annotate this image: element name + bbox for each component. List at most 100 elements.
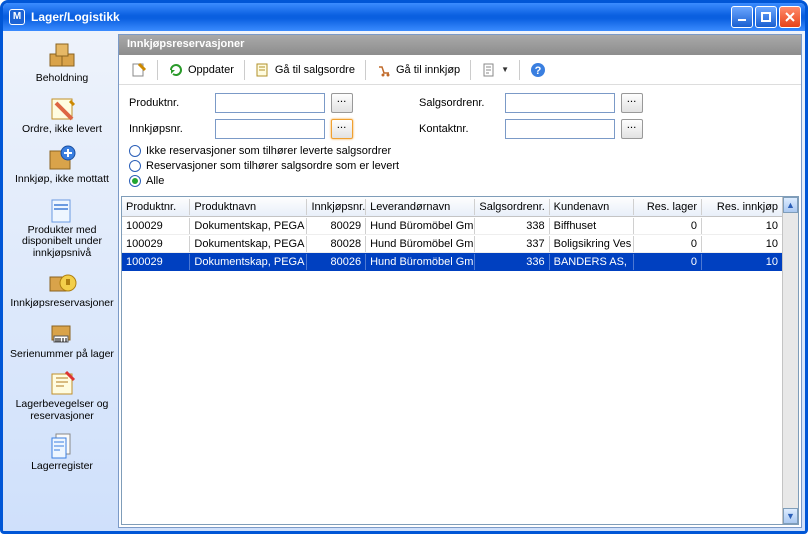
radio-all[interactable]: Alle bbox=[129, 175, 791, 187]
filter-panel: Produktnr. ··· Salgsordrenr. ··· Innkjøp… bbox=[119, 85, 801, 196]
table-row[interactable]: 100029Dokumentskap, PEGA80026Hund Büromö… bbox=[122, 253, 782, 271]
sidebar-item-ordre-ikke-levert[interactable]: Ordre, ikke levert bbox=[6, 91, 118, 138]
cell-kundenavn: Boligsikring Ves bbox=[550, 236, 634, 252]
innkjopsnr-lookup-button[interactable]: ··· bbox=[331, 119, 353, 139]
produktnr-input[interactable] bbox=[215, 93, 325, 113]
sidebar-item-produkter-disponibelt[interactable]: Produkter med disponibelt under innkjøps… bbox=[6, 192, 118, 262]
sidebar-item-serienummer[interactable]: Serienummer på lager bbox=[6, 316, 118, 363]
sidebar-item-lagerregister[interactable]: Lagerregister bbox=[6, 428, 118, 475]
cell-reslager: 0 bbox=[634, 218, 702, 234]
scroll-up-icon[interactable]: ▲ bbox=[783, 197, 798, 213]
vertical-scrollbar[interactable]: ▲ ▼ bbox=[782, 197, 798, 524]
help-button[interactable]: ? bbox=[526, 60, 550, 80]
cell-leverandornavn: Hund Büromöbel Gm bbox=[366, 236, 475, 252]
radio-not-delivered[interactable]: Ikke reservasjoner som tilhører leverte … bbox=[129, 145, 791, 157]
sidebar: Beholdning Ordre, ikke levert Innkjøp, i… bbox=[6, 34, 118, 528]
close-button[interactable] bbox=[779, 6, 801, 28]
reservation-icon bbox=[44, 267, 80, 297]
boxes-icon bbox=[44, 42, 80, 72]
salgsordrenr-lookup-button[interactable]: ··· bbox=[621, 93, 643, 113]
table-row[interactable]: 100029Dokumentskap, PEGA80029Hund Büromö… bbox=[122, 217, 782, 235]
col-kundenavn[interactable]: Kundenavn bbox=[550, 199, 634, 215]
salesorder-icon bbox=[255, 62, 271, 78]
cell-salgsordrenr: 337 bbox=[475, 236, 549, 252]
goto-salesorder-label: Gå til salgsordre bbox=[275, 64, 355, 76]
document-icon bbox=[481, 62, 497, 78]
cell-leverandornavn: Hund Büromöbel Gm bbox=[366, 218, 475, 234]
purchase-icon bbox=[376, 62, 392, 78]
cell-produktnavn: Dokumentskap, PEGA bbox=[190, 218, 307, 234]
col-reslager[interactable]: Res. lager bbox=[634, 199, 702, 215]
sidebar-item-label: Ordre, ikke levert bbox=[22, 123, 102, 135]
sidebar-item-innkjopsreservasjoner[interactable]: Innkjøpsreservasjoner bbox=[6, 265, 118, 312]
toolbar: Oppdater Gå til salgsordre Gå til innkjø… bbox=[119, 55, 801, 85]
window-title: Lager/Logistikk bbox=[31, 10, 731, 24]
col-produktnavn[interactable]: Produktnavn bbox=[190, 199, 307, 215]
cell-reslager: 0 bbox=[634, 254, 702, 270]
radio-label: Ikke reservasjoner som tilhører leverte … bbox=[146, 145, 391, 157]
minimize-button[interactable] bbox=[731, 6, 753, 28]
app-window: M Lager/Logistikk Beholdning bbox=[0, 0, 808, 534]
scroll-down-icon[interactable]: ▼ bbox=[783, 508, 798, 524]
cell-resinnkjop: 10 bbox=[702, 236, 782, 252]
toolbar-separator bbox=[157, 60, 158, 80]
goto-salesorder-button[interactable]: Gå til salgsordre bbox=[251, 60, 359, 80]
cell-produktnr: 100029 bbox=[122, 236, 190, 252]
col-innkjopsnr[interactable]: Innkjøpsnr. bbox=[307, 199, 366, 215]
sidebar-item-label: Beholdning bbox=[36, 72, 89, 84]
titlebar: M Lager/Logistikk bbox=[3, 3, 805, 31]
cell-produktnr: 100029 bbox=[122, 218, 190, 234]
cell-reslager: 0 bbox=[634, 236, 702, 252]
main-panel: Innkjøpsreservasjoner Oppdater bbox=[118, 34, 802, 528]
sidebar-item-label: Innkjøp, ikke mottatt bbox=[15, 173, 109, 185]
goto-purchase-label: Gå til innkjøp bbox=[396, 64, 460, 76]
cell-kundenavn: Biffhuset bbox=[550, 218, 634, 234]
cell-innkjopsnr: 80029 bbox=[307, 218, 366, 234]
order-pending-icon bbox=[44, 93, 80, 123]
cell-innkjopsnr: 80028 bbox=[307, 236, 366, 252]
chevron-down-icon: ▼ bbox=[501, 65, 509, 74]
cell-produktnavn: Dokumentskap, PEGA bbox=[190, 236, 307, 252]
kontaktnr-lookup-button[interactable]: ··· bbox=[621, 119, 643, 139]
col-salgsordrenr[interactable]: Salgsordrenr. bbox=[475, 199, 549, 215]
radio-label: Alle bbox=[146, 175, 164, 187]
radio-label: Reservasjoner som tilhører salgsordre so… bbox=[146, 160, 399, 172]
refresh-button[interactable]: Oppdater bbox=[164, 60, 238, 80]
produktnr-label: Produktnr. bbox=[129, 97, 209, 109]
salgsordrenr-label: Salgsordrenr. bbox=[419, 97, 499, 109]
stock-low-icon bbox=[44, 194, 80, 224]
col-resinnkjop[interactable]: Res. innkjøp bbox=[702, 199, 782, 215]
sidebar-item-beholdning[interactable]: Beholdning bbox=[6, 40, 118, 87]
sidebar-item-innkjop-ikke-mottatt[interactable]: Innkjøp, ikke mottatt bbox=[6, 141, 118, 188]
edit-icon bbox=[131, 62, 147, 78]
scroll-track[interactable] bbox=[783, 213, 798, 508]
col-produktnr[interactable]: Produktnr. bbox=[122, 199, 190, 215]
goto-purchase-button[interactable]: Gå til innkjøp bbox=[372, 60, 464, 80]
maximize-button[interactable] bbox=[755, 6, 777, 28]
sidebar-item-lagerbevegelser[interactable]: Lagerbevegelser og reservasjoner bbox=[6, 366, 118, 424]
table-row[interactable]: 100029Dokumentskap, PEGA80028Hund Büromö… bbox=[122, 235, 782, 253]
innkjopsnr-label: Innkjøpsnr. bbox=[129, 123, 209, 135]
cell-salgsordrenr: 338 bbox=[475, 218, 549, 234]
movements-icon bbox=[44, 368, 80, 398]
app-icon: M bbox=[9, 9, 25, 25]
cell-produktnr: 100029 bbox=[122, 254, 190, 270]
produktnr-lookup-button[interactable]: ··· bbox=[331, 93, 353, 113]
serial-icon bbox=[44, 318, 80, 348]
kontaktnr-input[interactable] bbox=[505, 119, 615, 139]
radio-icon bbox=[129, 175, 141, 187]
sidebar-item-label: Lagerregister bbox=[31, 460, 93, 472]
print-dropdown-button[interactable]: ▼ bbox=[477, 60, 513, 80]
edit-button[interactable] bbox=[127, 60, 151, 80]
radio-delivered[interactable]: Reservasjoner som tilhører salgsordre so… bbox=[129, 160, 791, 172]
cell-innkjopsnr: 80026 bbox=[307, 254, 366, 270]
col-leverandornavn[interactable]: Leverandørnavn bbox=[366, 199, 475, 215]
kontaktnr-label: Kontaktnr. bbox=[419, 123, 499, 135]
innkjopsnr-input[interactable] bbox=[215, 119, 325, 139]
panel-header: Innkjøpsreservasjoner bbox=[119, 35, 801, 55]
cell-salgsordrenr: 336 bbox=[475, 254, 549, 270]
salgsordrenr-input[interactable] bbox=[505, 93, 615, 113]
data-grid: Produktnr. Produktnavn Innkjøpsnr. Lever… bbox=[121, 196, 799, 525]
toolbar-separator bbox=[470, 60, 471, 80]
cell-resinnkjop: 10 bbox=[702, 218, 782, 234]
